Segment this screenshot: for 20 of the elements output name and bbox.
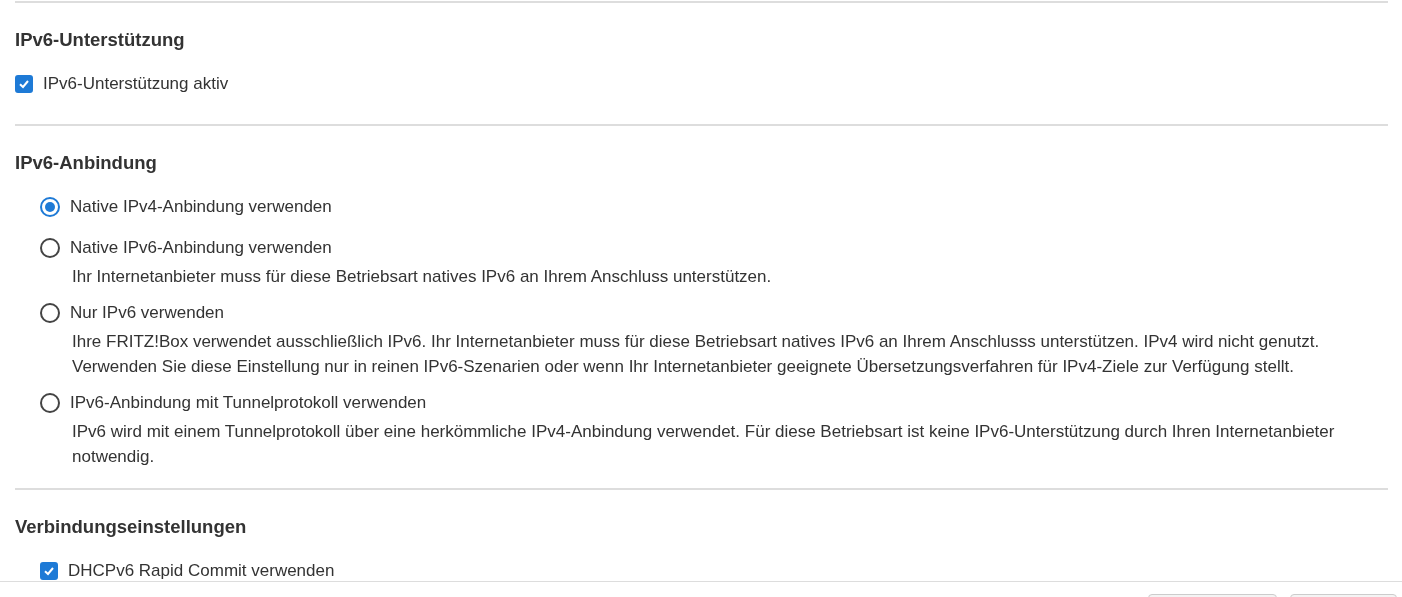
radio-button[interactable] [40,393,60,413]
section-heading: IPv6-Unterstützung [15,28,186,52]
checkbox-label: IPv6-Unterstützung aktiv [43,73,229,95]
option-description: Ihre FRITZ!Box verwendet ausschließlich IPv6. Ihr Internetanbieter muss für diese Betriebsart natives IPv6 an Ihrem Anschlusss unterstützen. IPv4 wird nicht genutzt. Verwenden Sie diese Einstellung nur in reinen IPv6-Szenarien oder wenn Ihr Internetanbieter geeignete Übersetzungsverfahren für IPv4-Ziele zur Verfügung stellt. [72,331,1321,378]
radio-button[interactable] [40,238,60,258]
checkmark-icon [43,565,55,577]
radio-button[interactable] [40,303,60,323]
section-heading: IPv6-Anbindung [15,151,158,175]
option-description: Ihr Internetanbieter muss für diese Betriebsart natives IPv6 an Ihrem Anschluss unterstützen. [72,266,773,288]
radio-label: Native IPv6-Anbindung verwenden [70,237,332,259]
radio-button[interactable] [40,197,60,217]
radio-label: Native IPv4-Anbindung verwenden [70,196,332,218]
checkbox[interactable] [40,562,58,580]
checkbox[interactable] [15,75,33,93]
option-description: IPv6 wird mit einem Tunnelprotokoll über eine herkömmliche IPv4-Anbindung verwendet. Für diese Betriebsart ist keine IPv6-Unterstützung durch Ihren Internetanbieter notwendig. [72,421,1336,468]
checkbox-label: DHCPv6 Rapid Commit verwenden [68,560,335,582]
section-heading: Verbindungseinstellungen [15,515,248,539]
radio-label: IPv6-Anbindung mit Tunnelprotokoll verwenden [70,392,427,414]
radio-label: Nur IPv6 verwenden [70,302,225,324]
checkmark-icon [18,78,30,90]
